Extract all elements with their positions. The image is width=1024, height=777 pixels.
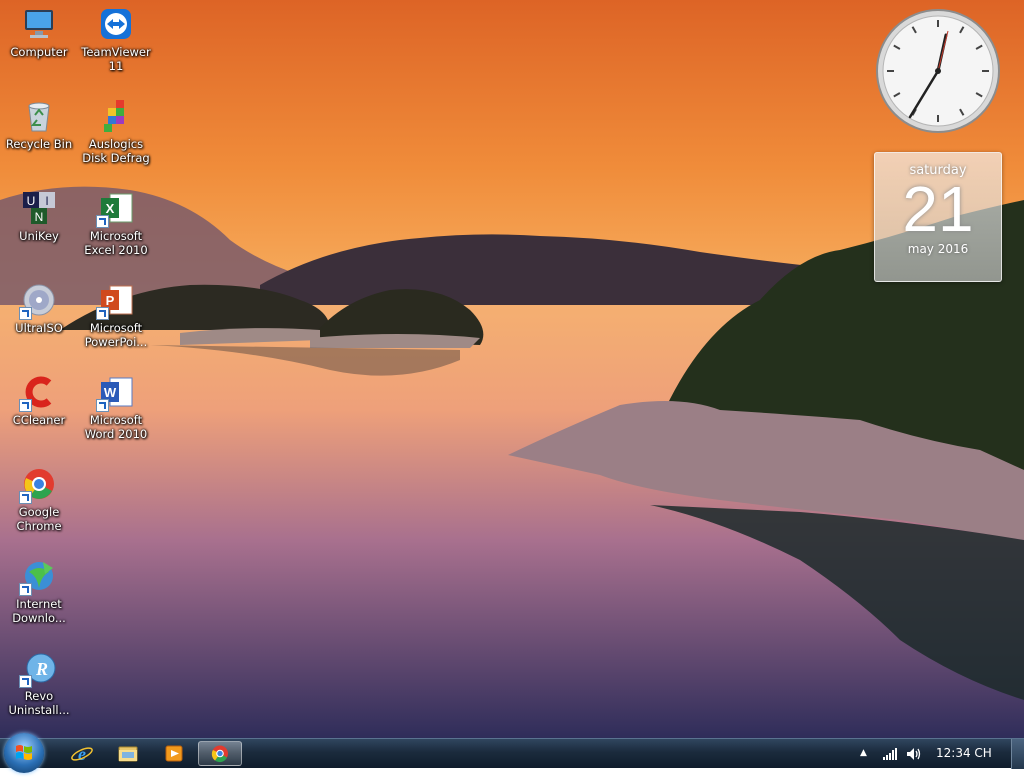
desktop-icon-label: UniKey bbox=[19, 229, 59, 243]
computer-icon bbox=[21, 6, 57, 42]
shortcut-arrow-icon bbox=[96, 399, 109, 412]
network-signal-icon[interactable] bbox=[882, 747, 898, 761]
taskbar-clock[interactable]: 12:34 CH bbox=[936, 746, 992, 760]
calendar-date: 21 bbox=[902, 173, 974, 245]
desktop-icon-label: TeamViewer 11 bbox=[81, 45, 151, 73]
wallpaper-lake-sunset bbox=[0, 0, 1024, 738]
desktop-icon-label: Microsoft Word 2010 bbox=[84, 413, 148, 441]
windows-logo-icon bbox=[16, 745, 32, 760]
disk-defrag-icon bbox=[98, 98, 134, 134]
desktop-icon-label: Internet Downlo... bbox=[12, 597, 66, 625]
svg-text:e: e bbox=[78, 744, 86, 764]
svg-text:W: W bbox=[104, 385, 117, 400]
ccleaner-icon bbox=[19, 374, 57, 412]
desktop-icon-ultraiso[interactable]: UltraISO bbox=[2, 282, 76, 335]
taskbar: e ▲ 12:34 CH bbox=[0, 733, 1024, 773]
teamviewer-icon bbox=[98, 6, 134, 42]
desktop-icon-label: Google Chrome bbox=[16, 505, 62, 533]
desktop-icon-label: Microsoft PowerPoi... bbox=[84, 321, 148, 349]
desktop[interactable]: Computer TeamViewer 11 Recycle Bin Auslo… bbox=[0, 0, 1024, 738]
desktop-icon-label: Recycle Bin bbox=[5, 137, 73, 151]
desktop-icon-ccleaner[interactable]: CCleaner bbox=[2, 374, 76, 427]
desktop-icon-label: Revo Uninstall... bbox=[8, 689, 70, 717]
svg-text:X: X bbox=[106, 201, 115, 216]
shortcut-arrow-icon bbox=[96, 307, 109, 320]
shortcut-arrow-icon bbox=[96, 215, 109, 228]
taskbar-internet-explorer[interactable]: e bbox=[60, 741, 104, 766]
desktop-icon-excel[interactable]: X Microsoft Excel 2010 bbox=[79, 190, 153, 257]
folder-icon bbox=[118, 746, 138, 762]
svg-text:R: R bbox=[35, 659, 48, 679]
taskbar-google-chrome[interactable] bbox=[198, 741, 242, 766]
media-player-icon bbox=[165, 745, 183, 762]
desktop-icon-teamviewer[interactable]: TeamViewer 11 bbox=[79, 6, 153, 73]
calendar-month-year: may 2016 bbox=[907, 242, 969, 256]
ultraiso-icon bbox=[19, 282, 57, 320]
calendar-gadget[interactable]: saturday 21 may 2016 bbox=[874, 152, 1002, 282]
desktop-icon-label: Computer bbox=[10, 45, 68, 59]
desktop-icon-label: Microsoft Excel 2010 bbox=[84, 229, 148, 257]
shortcut-arrow-icon bbox=[19, 399, 32, 412]
show-hidden-icons-button[interactable]: ▲ bbox=[860, 748, 867, 758]
desktop-icon-label: Auslogics Disk Defrag bbox=[82, 137, 150, 165]
desktop-icon-powerpoint[interactable]: P Microsoft PowerPoi... bbox=[79, 282, 153, 349]
word-icon: W bbox=[96, 374, 134, 412]
desktop-icon-internet-download-manager[interactable]: Internet Downlo... bbox=[2, 558, 76, 625]
desktop-icon-label: CCleaner bbox=[12, 413, 66, 427]
idm-icon bbox=[19, 558, 57, 596]
desktop-icon-google-chrome[interactable]: Google Chrome bbox=[2, 466, 76, 533]
desktop-icon-computer[interactable]: Computer bbox=[2, 6, 76, 59]
shortcut-arrow-icon bbox=[19, 307, 32, 320]
taskbar-windows-explorer[interactable] bbox=[106, 741, 150, 766]
desktop-icon-disk-defrag[interactable]: Auslogics Disk Defrag bbox=[79, 98, 153, 165]
desktop-icon-unikey[interactable]: UIN UniKey bbox=[2, 190, 76, 243]
desktop-icon-word[interactable]: W Microsoft Word 2010 bbox=[79, 374, 153, 441]
svg-text:N: N bbox=[35, 210, 44, 224]
svg-text:I: I bbox=[45, 194, 48, 208]
shortcut-arrow-icon bbox=[19, 675, 32, 688]
chrome-icon bbox=[211, 745, 228, 763]
clock-gadget[interactable] bbox=[874, 7, 1002, 135]
desktop-icon-revo-uninstaller[interactable]: R Revo Uninstall... bbox=[2, 650, 76, 717]
svg-text:P: P bbox=[106, 293, 115, 308]
unikey-icon: UIN bbox=[21, 190, 57, 226]
excel-icon: X bbox=[96, 190, 134, 228]
desktop-icon-label: UltraISO bbox=[15, 321, 63, 335]
show-desktop-button[interactable] bbox=[1011, 739, 1024, 769]
start-button[interactable] bbox=[4, 733, 44, 773]
shortcut-arrow-icon bbox=[19, 583, 32, 596]
svg-text:U: U bbox=[27, 194, 36, 208]
revo-uninstaller-icon: R bbox=[19, 650, 57, 688]
powerpoint-icon: P bbox=[96, 282, 134, 320]
desktop-icon-recycle-bin[interactable]: Recycle Bin bbox=[2, 98, 76, 151]
chrome-icon bbox=[19, 466, 57, 504]
recycle-bin-icon bbox=[21, 98, 57, 134]
ie-icon: e bbox=[71, 744, 93, 764]
taskbar-media-player[interactable] bbox=[152, 741, 196, 766]
shortcut-arrow-icon bbox=[19, 491, 32, 504]
volume-icon[interactable] bbox=[905, 746, 923, 762]
